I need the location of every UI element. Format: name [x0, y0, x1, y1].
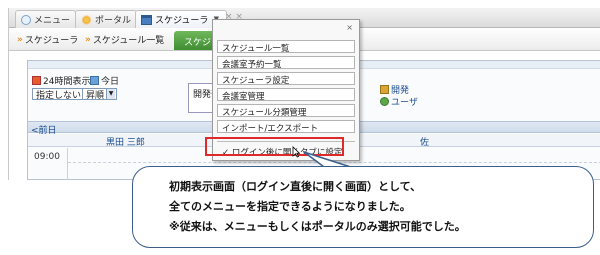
half-hour-divider — [68, 162, 600, 163]
column-header-user[interactable]: 黒田 三郎 — [106, 135, 145, 148]
order-select-value: 昇順 — [86, 90, 105, 101]
today-icon — [90, 76, 99, 85]
breadcrumb-schedule-list[interactable]: » スケジュール一覧 — [85, 33, 165, 47]
breadcrumb-scheduler[interactable]: » スケジューラ — [17, 33, 79, 47]
breadcrumb-scheduler-label: スケジューラ — [24, 36, 79, 46]
tab-scheduler-label: スケジューラ — [155, 16, 209, 26]
callout-line-2: 全てのメニューを指定できるようになりました。 — [169, 200, 411, 213]
close-icon[interactable]: × — [346, 23, 353, 32]
designation-select-value: 指定しない — [36, 90, 82, 101]
order-select[interactable]: 昇順 ▼ — [82, 88, 118, 101]
menu-item-import-export[interactable]: インポート/エクスポート — [217, 120, 355, 134]
highlight-box — [205, 137, 344, 156]
dropdown-arrow-icon: ▼ — [106, 89, 116, 99]
menu-item-room-reservations[interactable]: 会議室予約一覧 — [217, 56, 355, 70]
tab-menu-label: メニュー — [34, 16, 71, 26]
right-link-user[interactable]: ユーザ — [380, 95, 418, 108]
tab-portal-label: ポータル — [95, 16, 132, 26]
today-label: 今日 — [101, 77, 120, 87]
menu-item-room-management[interactable]: 会議室管理 — [217, 88, 355, 102]
today-button[interactable]: 今日 — [90, 74, 119, 87]
calendar-icon — [32, 76, 41, 85]
tab-menu[interactable]: メニュー — [15, 10, 77, 28]
mouse-cursor-icon — [292, 146, 300, 158]
menu-icon — [21, 14, 31, 25]
breadcrumb-schedule-list-label: スケジュール一覧 — [92, 36, 165, 46]
time-label-0900: 09:00 — [28, 148, 68, 180]
display-24h-toggle[interactable]: 24時間表示 — [32, 74, 90, 87]
right-link-user-label: ユーザ — [391, 98, 418, 108]
arrow-icon: » — [85, 34, 91, 45]
scheduler-icon — [141, 14, 152, 25]
portal-icon — [81, 14, 92, 25]
callout-line-1: 初期表示画面（ログイン直後に開く画面）として、 — [169, 180, 422, 193]
group-icon — [380, 85, 389, 94]
callout-line-3: ※従来は、メニューもしくはポータルのみ選択可能でした。 — [169, 220, 466, 233]
display-24h-label: 24時間表示 — [43, 77, 91, 87]
menu-item-category-management[interactable]: スケジュール分類管理 — [217, 104, 355, 118]
search-user-icon — [380, 97, 389, 106]
arrow-icon: » — [17, 34, 23, 45]
annotation-callout: 初期表示画面（ログイン直後に開く画面）として、 全てのメニューを指定できるように… — [132, 166, 594, 248]
tab-portal[interactable]: ポータル — [75, 10, 138, 28]
menu-item-schedule-list[interactable]: スケジュール一覧 — [217, 40, 355, 54]
menu-item-scheduler-settings[interactable]: スケジューラ設定 — [217, 72, 355, 86]
column-header-user-3[interactable]: 佐 — [420, 135, 429, 148]
